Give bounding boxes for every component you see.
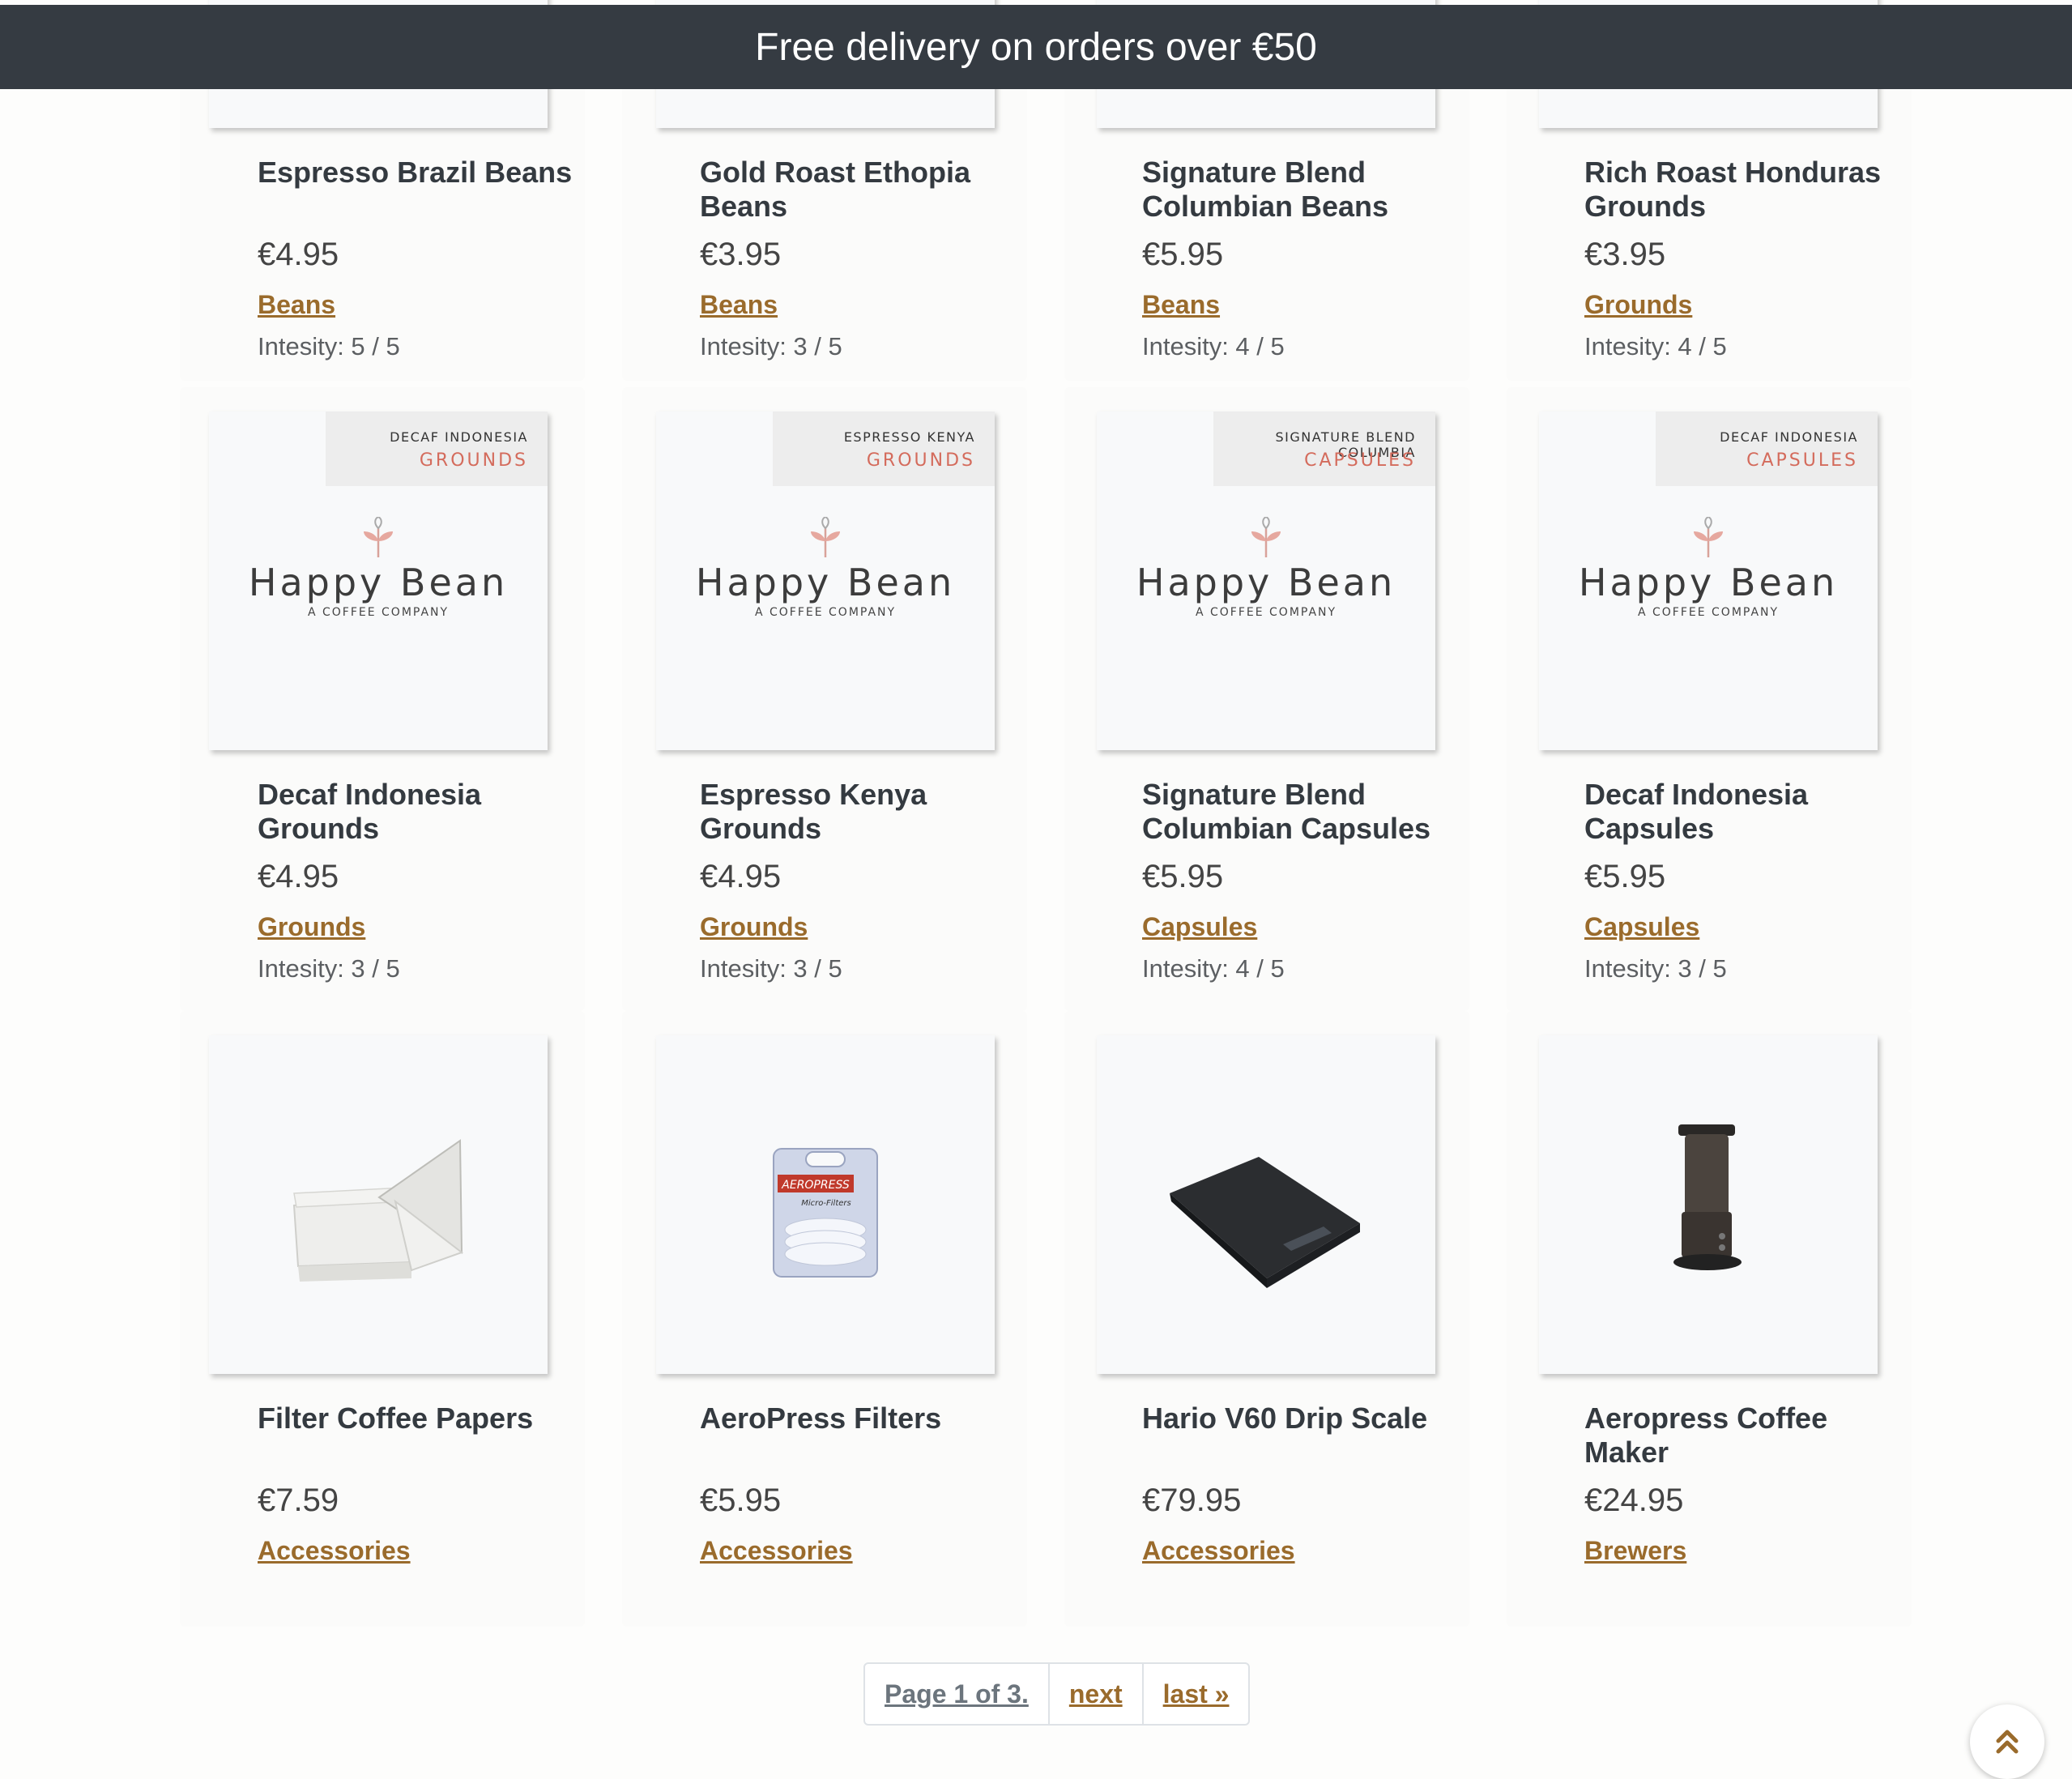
drip-scale-image <box>1170 1157 1360 1288</box>
product-title[interactable]: Decaf Indonesia Grounds <box>258 778 582 846</box>
filter-papers-image <box>292 1139 464 1282</box>
product-label: SIGNATURE BLEND COLUMBIA CAPSULES <box>1213 412 1435 486</box>
product-category-link[interactable]: Beans <box>700 290 778 320</box>
leaf-icon <box>1251 517 1281 557</box>
promo-banner-text: Free delivery on orders over €50 <box>755 25 1317 69</box>
product-category-link[interactable]: Beans <box>258 290 335 320</box>
product-intensity: Intesity: 4 / 5 <box>1584 332 1727 360</box>
product-image[interactable]: AEROPRESS Micro-Filters <box>656 1035 995 1374</box>
product-category-link[interactable]: Grounds <box>700 912 808 942</box>
product-intensity: Intesity: 4 / 5 <box>1142 332 1285 360</box>
product-category-link[interactable]: Grounds <box>1584 290 1692 320</box>
product-image[interactable] <box>209 1035 548 1374</box>
product-title[interactable]: Signature Blend Columbian Capsules <box>1142 778 1466 846</box>
label-origin: DECAF INDONESIA <box>1720 429 1858 445</box>
pack-label-text: Micro-Filters <box>801 1199 851 1208</box>
label-type: CAPSULES <box>1746 450 1858 471</box>
product-category-link[interactable]: Accessories <box>700 1536 853 1566</box>
label-type: CAPSULES <box>1304 450 1416 471</box>
brand-name: Happy Bean <box>1136 561 1396 604</box>
product-price: €24.95 <box>1584 1482 1684 1518</box>
product-intensity: Intesity: 3 / 5 <box>1584 954 1727 983</box>
product-price: €3.95 <box>1584 237 1666 272</box>
product-price: €5.95 <box>1142 859 1224 894</box>
promo-banner: Free delivery on orders over €50 <box>0 5 2072 89</box>
product-title[interactable]: Espresso Brazil Beans <box>258 156 582 190</box>
leaf-icon <box>364 517 393 557</box>
product-label: DECAF INDONESIA GROUNDS <box>326 412 548 486</box>
product-category-link[interactable]: Capsules <box>1584 912 1699 942</box>
double-chevron-up-icon <box>1996 1730 2019 1754</box>
product-title[interactable]: Aeropress Coffee Maker <box>1584 1401 1908 1470</box>
brand-name: Happy Bean <box>1578 561 1839 604</box>
product-intensity: Intesity: 3 / 5 <box>700 332 842 360</box>
product-label: ESPRESSO KENYA GROUNDS <box>773 412 995 486</box>
brand-logo: Happy Bean A COFFEE COMPANY <box>1539 517 1878 619</box>
product-price: €4.95 <box>700 859 782 894</box>
product-intensity: Intesity: 4 / 5 <box>1142 954 1285 983</box>
pagination-current-page[interactable]: Page 1 of 3. <box>865 1664 1050 1724</box>
brand-logo: Happy Bean A COFFEE COMPANY <box>1097 517 1435 619</box>
product-price: €4.95 <box>258 859 339 894</box>
product-price: €5.95 <box>1142 237 1224 272</box>
pagination-next-link[interactable]: next <box>1050 1664 1144 1724</box>
brand-tagline: A COFFEE COMPANY <box>1637 606 1780 619</box>
aeropress-maker-image <box>1673 1124 1742 1270</box>
product-category-link[interactable]: Accessories <box>1142 1536 1295 1566</box>
brand-tagline: A COFFEE COMPANY <box>754 606 897 619</box>
scroll-to-top-button[interactable] <box>1970 1704 2044 1779</box>
product-image[interactable] <box>1097 1035 1435 1374</box>
brand-name: Happy Bean <box>248 561 509 604</box>
pagination-last-link[interactable]: last » <box>1144 1664 1249 1724</box>
brand-logo: Happy Bean A COFFEE COMPANY <box>209 517 548 619</box>
product-price: €5.95 <box>700 1482 782 1518</box>
product-category-link[interactable]: Accessories <box>258 1536 411 1566</box>
brand-logo: Happy Bean A COFFEE COMPANY <box>656 517 995 619</box>
label-type: GROUNDS <box>419 450 528 471</box>
brand-tagline: A COFFEE COMPANY <box>307 606 450 619</box>
product-price: €79.95 <box>1142 1482 1242 1518</box>
product-label: DECAF INDONESIA CAPSULES <box>1656 412 1878 486</box>
product-category-link[interactable]: Beans <box>1142 290 1220 320</box>
aeropress-filters-image: AEROPRESS Micro-Filters <box>773 1148 878 1278</box>
product-intensity: Intesity: 3 / 5 <box>258 954 400 983</box>
pack-brand-text: AEROPRESS <box>781 1179 850 1192</box>
product-category-link[interactable]: Grounds <box>258 912 365 942</box>
product-price: €4.95 <box>258 237 339 272</box>
product-title[interactable]: Filter Coffee Papers <box>258 1401 582 1436</box>
pagination: Page 1 of 3. next last » <box>863 1662 1251 1726</box>
label-type: GROUNDS <box>866 450 975 471</box>
product-category-link[interactable]: Capsules <box>1142 912 1257 942</box>
product-title[interactable]: Gold Roast Ethopia Beans <box>700 156 1024 224</box>
brand-tagline: A COFFEE COMPANY <box>1195 606 1337 619</box>
product-image[interactable]: SIGNATURE BLEND COLUMBIA CAPSULES Happy Be… <box>1097 412 1435 750</box>
label-origin: ESPRESSO KENYA <box>843 429 975 445</box>
product-title[interactable]: Signature Blend Columbian Beans <box>1142 156 1466 224</box>
product-title[interactable]: Espresso Kenya Grounds <box>700 778 1024 846</box>
product-intensity: Intesity: 5 / 5 <box>258 332 400 360</box>
label-origin: DECAF INDONESIA <box>390 429 528 445</box>
leaf-icon <box>811 517 840 557</box>
brand-name: Happy Bean <box>695 561 956 604</box>
product-price: €5.95 <box>1584 859 1666 894</box>
product-category-link[interactable]: Brewers <box>1584 1536 1686 1566</box>
product-image[interactable]: DECAF INDONESIA CAPSULES Happy Bean A COFFE… <box>1539 412 1878 750</box>
product-title[interactable]: AeroPress Filters <box>700 1401 1024 1436</box>
product-intensity: Intesity: 3 / 5 <box>700 954 842 983</box>
product-title[interactable]: Hario V60 Drip Scale <box>1142 1401 1466 1436</box>
product-image[interactable]: ESPRESSO KENYA GROUNDS Happy Bean A COFFEE … <box>656 412 995 750</box>
leaf-icon <box>1694 517 1723 557</box>
product-title[interactable]: Rich Roast Honduras Grounds <box>1584 156 1908 224</box>
product-image[interactable] <box>1539 1035 1878 1374</box>
product-price: €3.95 <box>700 237 782 272</box>
product-image[interactable]: DECAF INDONESIA GROUNDS Happy Bean A COFFEE… <box>209 412 548 750</box>
product-title[interactable]: Decaf Indonesia Capsules <box>1584 778 1908 846</box>
product-price: €7.59 <box>258 1482 339 1518</box>
